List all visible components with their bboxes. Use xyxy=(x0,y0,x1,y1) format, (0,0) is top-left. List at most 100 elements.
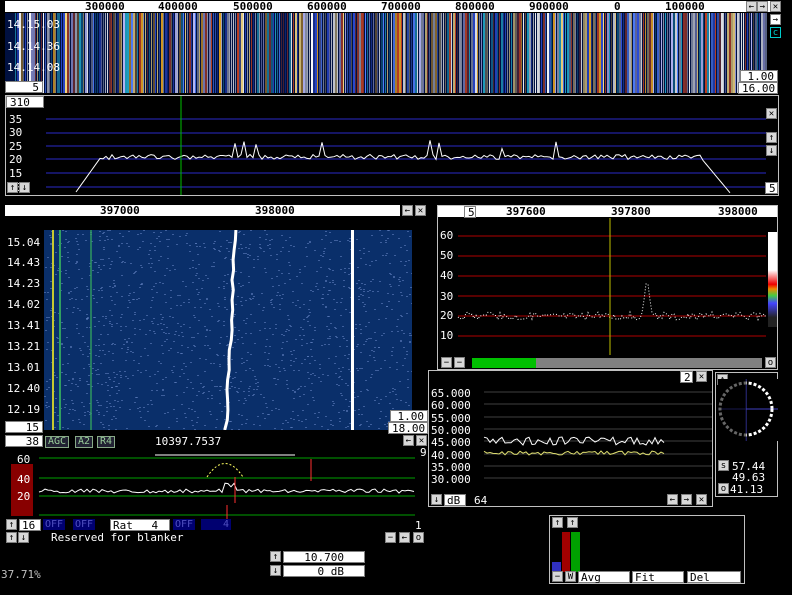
circle-button[interactable]: o xyxy=(413,532,424,543)
scroll-down-button[interactable]: ↓ xyxy=(766,145,777,156)
baseband-left-box[interactable]: 38 xyxy=(5,435,43,447)
color-scale xyxy=(768,232,777,327)
hires-wf-left-box[interactable]: 15 xyxy=(5,421,43,433)
scroll-up-button[interactable]: ↑ xyxy=(6,519,17,530)
freq-tick: 397000 xyxy=(100,205,140,216)
polar-plot[interactable] xyxy=(718,379,778,441)
polar-panel: ↑ s 57.44 49.63 o 41.13 xyxy=(715,372,778,497)
hires-spec-frequency-scale[interactable]: 397600 397800 398000 xyxy=(438,206,777,217)
del-control[interactable]: Del 1 xyxy=(687,571,741,594)
freq-tick: 600000 xyxy=(307,1,347,12)
close-icon[interactable]: ✕ xyxy=(770,1,781,12)
scroll-down-button[interactable]: ↓ xyxy=(19,182,30,193)
time-label: 14.14.08 xyxy=(7,61,60,74)
w-toggle[interactable]: W xyxy=(565,571,576,582)
y-label: 50.000 xyxy=(431,424,471,437)
main-wf-range-box[interactable]: 16.00 xyxy=(738,82,778,94)
close-icon[interactable]: ✕ xyxy=(696,371,707,382)
close-icon[interactable]: ✕ xyxy=(415,205,426,216)
hires-wf-gain-box[interactable]: 1.00 xyxy=(390,410,428,422)
hires-spec-top-box[interactable]: 5 xyxy=(464,206,476,218)
channel-c-button[interactable]: c xyxy=(770,27,781,38)
off-toggle-3[interactable]: OFF xyxy=(173,519,196,530)
scroll-down-button[interactable]: ↓ xyxy=(18,532,29,543)
main-wf-gain-box[interactable]: 1.00 xyxy=(740,70,778,82)
arrow-icon[interactable]: → xyxy=(770,14,781,25)
freq-value-box[interactable]: 10.700 xyxy=(283,551,365,563)
db-value: 64 xyxy=(474,494,488,507)
minus-button[interactable]: − xyxy=(441,357,452,368)
time-label: 14.15.03 xyxy=(7,18,60,31)
off-toggle-2[interactable]: OFF xyxy=(73,519,96,530)
main-spectrum-bottom-box[interactable]: 5 xyxy=(765,182,778,194)
scroll-up-button[interactable]: ↑ xyxy=(766,132,777,143)
minus-button[interactable]: − xyxy=(552,571,563,582)
meter-panel: 2 ✕ 65.000 60.000 55.000 50.000 45.000 4… xyxy=(428,370,713,507)
hires-frequency-scale[interactable]: 397000 398000 xyxy=(5,205,400,216)
hires-wf-range-box[interactable]: 18.00 xyxy=(388,422,428,434)
scroll-left-button[interactable]: ← xyxy=(402,205,413,216)
main-spectrum-panel: 310 35 30 25 20 15 10 ↑ ↓ ↑ ↓ ✕ 5 xyxy=(5,95,779,196)
y-label: 30.000 xyxy=(431,473,471,486)
main-waterfall-canvas[interactable] xyxy=(5,13,767,93)
s-toggle[interactable]: s xyxy=(718,460,729,471)
scroll-up-button[interactable]: ↑ xyxy=(7,182,18,193)
scroll-down-button[interactable]: ↓ xyxy=(431,494,442,505)
main-spectrum-plot[interactable] xyxy=(6,96,778,195)
y-label: 30 xyxy=(440,290,454,303)
time-label: 13.41 xyxy=(7,319,41,332)
y-label: 60.000 xyxy=(431,399,471,412)
scroll-left-button[interactable]: ← xyxy=(403,435,414,446)
y-label: 20 xyxy=(9,153,23,166)
close-icon[interactable]: ✕ xyxy=(766,108,777,119)
baseband-plot[interactable] xyxy=(5,447,430,519)
meter-plot[interactable] xyxy=(429,383,712,491)
bar-red xyxy=(562,532,570,572)
scroll-up-button[interactable]: ↑ xyxy=(567,517,578,528)
scroll-left-button[interactable]: ← xyxy=(746,1,757,12)
off-toggle-1[interactable]: OFF xyxy=(43,519,66,530)
gain-value-box[interactable]: 0 dB xyxy=(283,565,365,577)
freq-tick: 100000 xyxy=(665,1,705,12)
close-icon[interactable]: ✕ xyxy=(696,494,707,505)
scroll-down-button[interactable]: ↓ xyxy=(270,565,281,576)
minus-button[interactable]: − xyxy=(385,532,396,543)
minus-button[interactable]: − xyxy=(454,357,465,368)
avg-control[interactable]: Avg 11 xyxy=(578,571,630,594)
four-box[interactable]: 4 xyxy=(201,519,231,530)
scroll-left-button[interactable]: ← xyxy=(399,532,410,543)
y-label: 50 xyxy=(440,249,454,262)
baseband-gain-box[interactable]: 16 xyxy=(19,519,41,531)
y-label: 20 xyxy=(440,309,454,322)
freq-tick: 700000 xyxy=(381,1,421,12)
circle-button[interactable]: o xyxy=(765,357,776,368)
main-frequency-scale[interactable]: 300000 400000 500000 600000 700000 80000… xyxy=(5,1,777,12)
db-toggle[interactable]: dB xyxy=(444,494,466,506)
main-waterfall-panel: 300000 400000 500000 600000 700000 80000… xyxy=(5,0,789,95)
freq-tick: 397800 xyxy=(611,206,651,217)
hires-spectrum-plot[interactable] xyxy=(438,218,777,355)
scroll-up-button[interactable]: ↑ xyxy=(270,551,281,562)
scroll-right-button[interactable]: → xyxy=(757,1,768,12)
y-label: 10 xyxy=(440,329,454,342)
scroll-up-button[interactable]: ↑ xyxy=(6,532,17,543)
scroll-up-button[interactable]: ↑ xyxy=(552,517,563,528)
scroll-right-button[interactable]: → xyxy=(681,494,692,505)
avg-panel: ↑ ↑ − W Avg 11 Fit 1 Del 1 xyxy=(549,515,745,594)
time-label: 15.04 xyxy=(7,236,41,249)
main-wf-left-box[interactable]: 5 xyxy=(5,81,43,93)
meter-top-box[interactable]: 2 xyxy=(680,371,693,383)
y-label: 40 xyxy=(17,473,31,486)
hires-waterfall-canvas[interactable] xyxy=(44,230,412,430)
time-label: 12.40 xyxy=(7,382,41,395)
o-toggle[interactable]: o xyxy=(718,483,729,494)
rat-control[interactable]: Rat 4 xyxy=(110,519,170,531)
scroll-left-button[interactable]: ← xyxy=(667,494,678,505)
y-label: 60 xyxy=(17,453,31,466)
freq-tick: 397600 xyxy=(506,206,546,217)
level-bar[interactable] xyxy=(472,358,762,368)
close-icon[interactable]: ✕ xyxy=(416,435,427,446)
fit-control[interactable]: Fit 1 xyxy=(632,571,684,594)
time-label: 12.19 xyxy=(7,403,41,416)
time-label: 13.01 xyxy=(7,361,41,374)
